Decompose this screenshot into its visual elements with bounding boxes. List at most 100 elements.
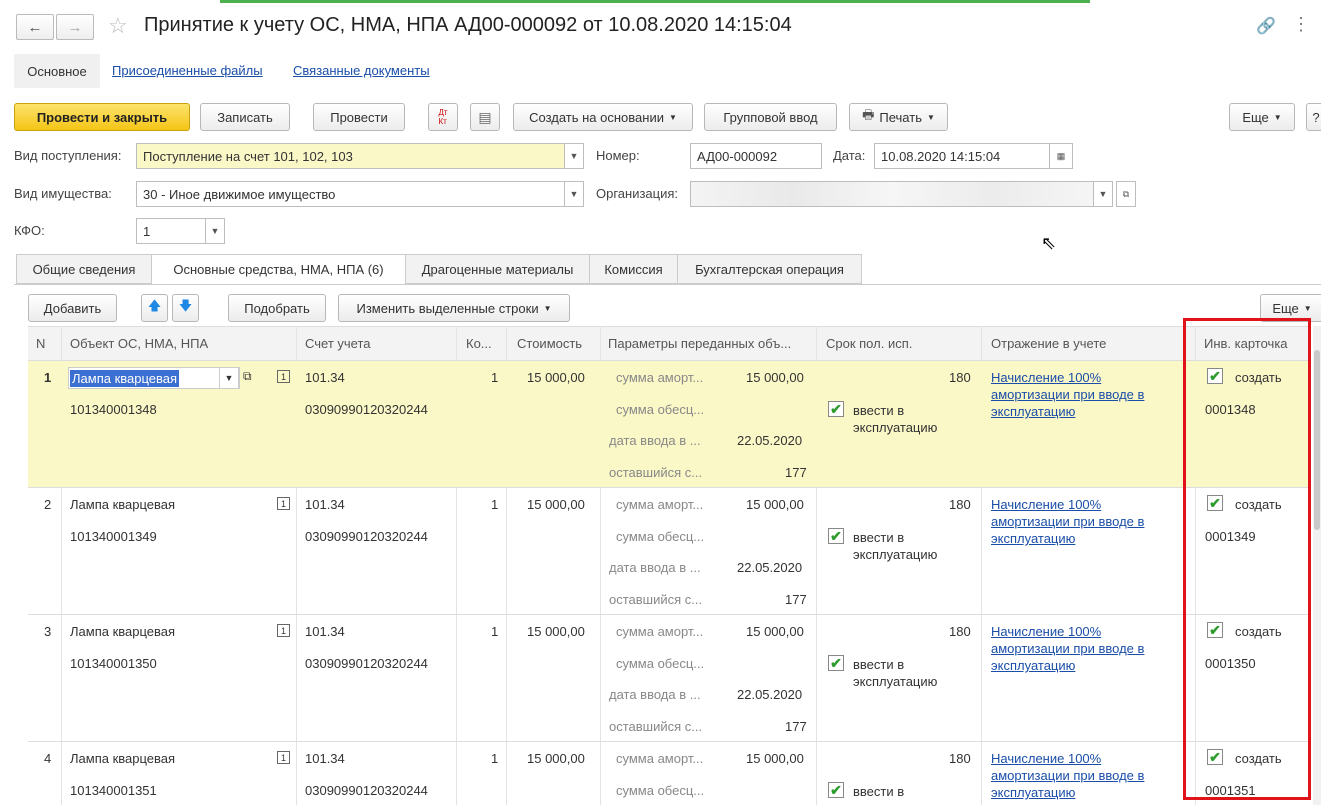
organization-dropdown[interactable]: ▼	[1093, 181, 1113, 207]
reflection-link[interactable]: Начисление 100% амортизации при вводе в …	[991, 623, 1166, 674]
tab-general[interactable]: Общие сведения	[16, 254, 152, 284]
post-and-close-button[interactable]: Провести и закрыть	[14, 103, 190, 131]
cost: 15 000,00	[527, 751, 585, 766]
commission-label: ввести в эксплуатацию	[853, 657, 938, 689]
tab-assets[interactable]: Основные средства, НМА, НПА (6)	[151, 254, 406, 285]
property-type-field[interactable]: 30 - Иное движимое имущество	[136, 181, 566, 207]
commission-label: ввести в эксплуатацию	[853, 784, 937, 805]
kfo-label: КФО:	[14, 223, 45, 238]
more-button[interactable]: Еще ▼	[1229, 103, 1295, 131]
row-number: 1	[44, 370, 52, 385]
item-icon: 1	[277, 624, 290, 637]
commission-checkbox[interactable]: ✔	[828, 655, 844, 671]
section-main[interactable]: Основное	[14, 54, 100, 88]
change-rows-button[interactable]: Изменить выделенные строки ▼	[338, 294, 570, 322]
table-row[interactable]: 1 Лампа кварцевая ▼ ⧉ 1 101340001348 101…	[28, 361, 1311, 488]
favorite-star-icon[interactable]: ☆	[108, 13, 128, 39]
pick-button[interactable]: Подобрать	[228, 294, 326, 322]
organization-field-blurred[interactable]	[690, 181, 1094, 207]
inventory-number: 101340001349	[70, 529, 157, 544]
back-button[interactable]: ←	[16, 14, 54, 40]
param-amort-value: 15 000,00	[746, 624, 804, 639]
chevron-down-icon: ▼	[926, 112, 935, 122]
param-remain-value: 177	[785, 592, 807, 607]
reflection-link[interactable]: Начисление 100% амортизации при вводе в …	[991, 750, 1166, 801]
section-related-docs[interactable]: Связанные документы	[293, 63, 430, 78]
property-type-dropdown[interactable]: ▼	[564, 181, 584, 207]
arrow-left-icon: ←	[27, 18, 43, 36]
property-type-label: Вид имущества:	[14, 186, 112, 201]
quantity: 1	[491, 751, 499, 766]
param-date-label: дата ввода в ...	[609, 433, 701, 448]
item-icon: 1	[277, 751, 290, 764]
col-cost[interactable]: Стоимость	[517, 336, 582, 351]
param-remain-value: 177	[785, 719, 807, 734]
reflection-link[interactable]: Начисление 100% амортизации при вводе в …	[991, 496, 1166, 547]
commission-checkbox[interactable]: ✔	[828, 401, 844, 417]
col-n[interactable]: N	[36, 336, 45, 351]
col-object[interactable]: Объект ОС, НМА, НПА	[70, 336, 208, 351]
inventory-number: 101340001350	[70, 656, 157, 671]
account: 101.34	[305, 497, 345, 512]
tab-precious-materials[interactable]: Драгоценные материалы	[405, 254, 590, 284]
row-number: 4	[44, 751, 52, 766]
tab-accounting-operation[interactable]: Бухгалтерская операция	[677, 254, 862, 284]
tab-commission[interactable]: Комиссия	[589, 254, 678, 284]
col-term[interactable]: Срок пол. исп.	[826, 336, 912, 351]
commission-label: ввести в эксплуатацию	[853, 403, 938, 435]
calendar-icon[interactable]: ▦	[1049, 143, 1073, 169]
link-icon[interactable]: 🔗	[1256, 16, 1276, 36]
kfo-dropdown[interactable]: ▼	[205, 218, 225, 244]
post-button[interactable]: Провести	[313, 103, 405, 131]
receipt-type-field[interactable]: Поступление на счет 101, 102, 103	[136, 143, 566, 169]
table-row[interactable]: 4 Лампа кварцевая 1 101340001351 101.34 …	[28, 742, 1311, 805]
col-reflection[interactable]: Отражение в учете	[991, 336, 1106, 351]
forward-button[interactable]: →	[56, 14, 94, 40]
report-icon[interactable]: ▤	[470, 103, 500, 131]
group-input-button[interactable]: Групповой ввод	[704, 103, 837, 131]
top-accent-line	[220, 0, 1090, 3]
col-qty[interactable]: Ко...	[466, 336, 492, 351]
commission-checkbox[interactable]: ✔	[828, 528, 844, 544]
object-edit-field[interactable]: Лампа кварцевая	[68, 367, 240, 389]
cost: 15 000,00	[527, 370, 585, 385]
number-field[interactable]: АД00-000092	[690, 143, 822, 169]
move-up-icon[interactable]: 🡅	[141, 294, 168, 322]
more-label: Еще	[1242, 109, 1269, 125]
param-amort-value: 15 000,00	[746, 497, 804, 512]
table-row[interactable]: 2 Лампа кварцевая 1 101340001349 101.34 …	[28, 488, 1311, 615]
kfo-field[interactable]: 1	[136, 218, 206, 244]
param-amort-label: сумма аморт...	[616, 624, 704, 639]
dt-kt-icon[interactable]: Дт Кт	[428, 103, 458, 131]
item-icon: 1	[277, 370, 290, 383]
table-row[interactable]: 3 Лампа кварцевая 1 101340001350 101.34 …	[28, 615, 1311, 742]
param-date-value: 22.05.2020	[737, 560, 803, 575]
date-field[interactable]: 10.08.2020 14:15:04	[874, 143, 1050, 169]
col-params[interactable]: Параметры переданных объ...	[608, 336, 791, 351]
scrollbar-thumb[interactable]	[1314, 350, 1320, 530]
receipt-type-dropdown[interactable]: ▼	[564, 143, 584, 169]
open-icon[interactable]: ⧉	[243, 369, 252, 384]
commission-checkbox[interactable]: ✔	[828, 782, 844, 798]
help-button[interactable]: ?	[1306, 103, 1321, 131]
print-button[interactable]: 🖶 Печать ▼	[849, 103, 948, 131]
more-vertical-icon[interactable]: ⋮	[1292, 14, 1310, 35]
create-based-on-button[interactable]: Создать на основании ▼	[513, 103, 693, 131]
section-attached-files[interactable]: Присоединенные файлы	[112, 63, 263, 78]
reflection-link[interactable]: Начисление 100% амортизации при вводе в …	[991, 369, 1166, 420]
param-wear-label: сумма обесц...	[616, 529, 705, 544]
move-down-icon[interactable]: 🡇	[172, 294, 199, 322]
change-rows-label: Изменить выделенные строки	[356, 300, 539, 316]
date-label: Дата:	[833, 148, 866, 163]
chevron-down-icon: ▼	[1303, 303, 1312, 313]
kbk: 03090990120320244	[305, 402, 428, 417]
account: 101.34	[305, 624, 345, 639]
add-button[interactable]: Добавить	[28, 294, 117, 322]
object-dropdown[interactable]: ▼	[219, 367, 239, 389]
object-name: Лампа кварцевая	[70, 497, 176, 512]
open-icon[interactable]: ⧉	[1116, 181, 1136, 207]
col-account[interactable]: Счет учета	[305, 336, 371, 351]
save-button[interactable]: Записать	[200, 103, 290, 131]
chevron-down-icon: ▼	[543, 303, 552, 313]
useful-life: 180	[949, 497, 971, 512]
